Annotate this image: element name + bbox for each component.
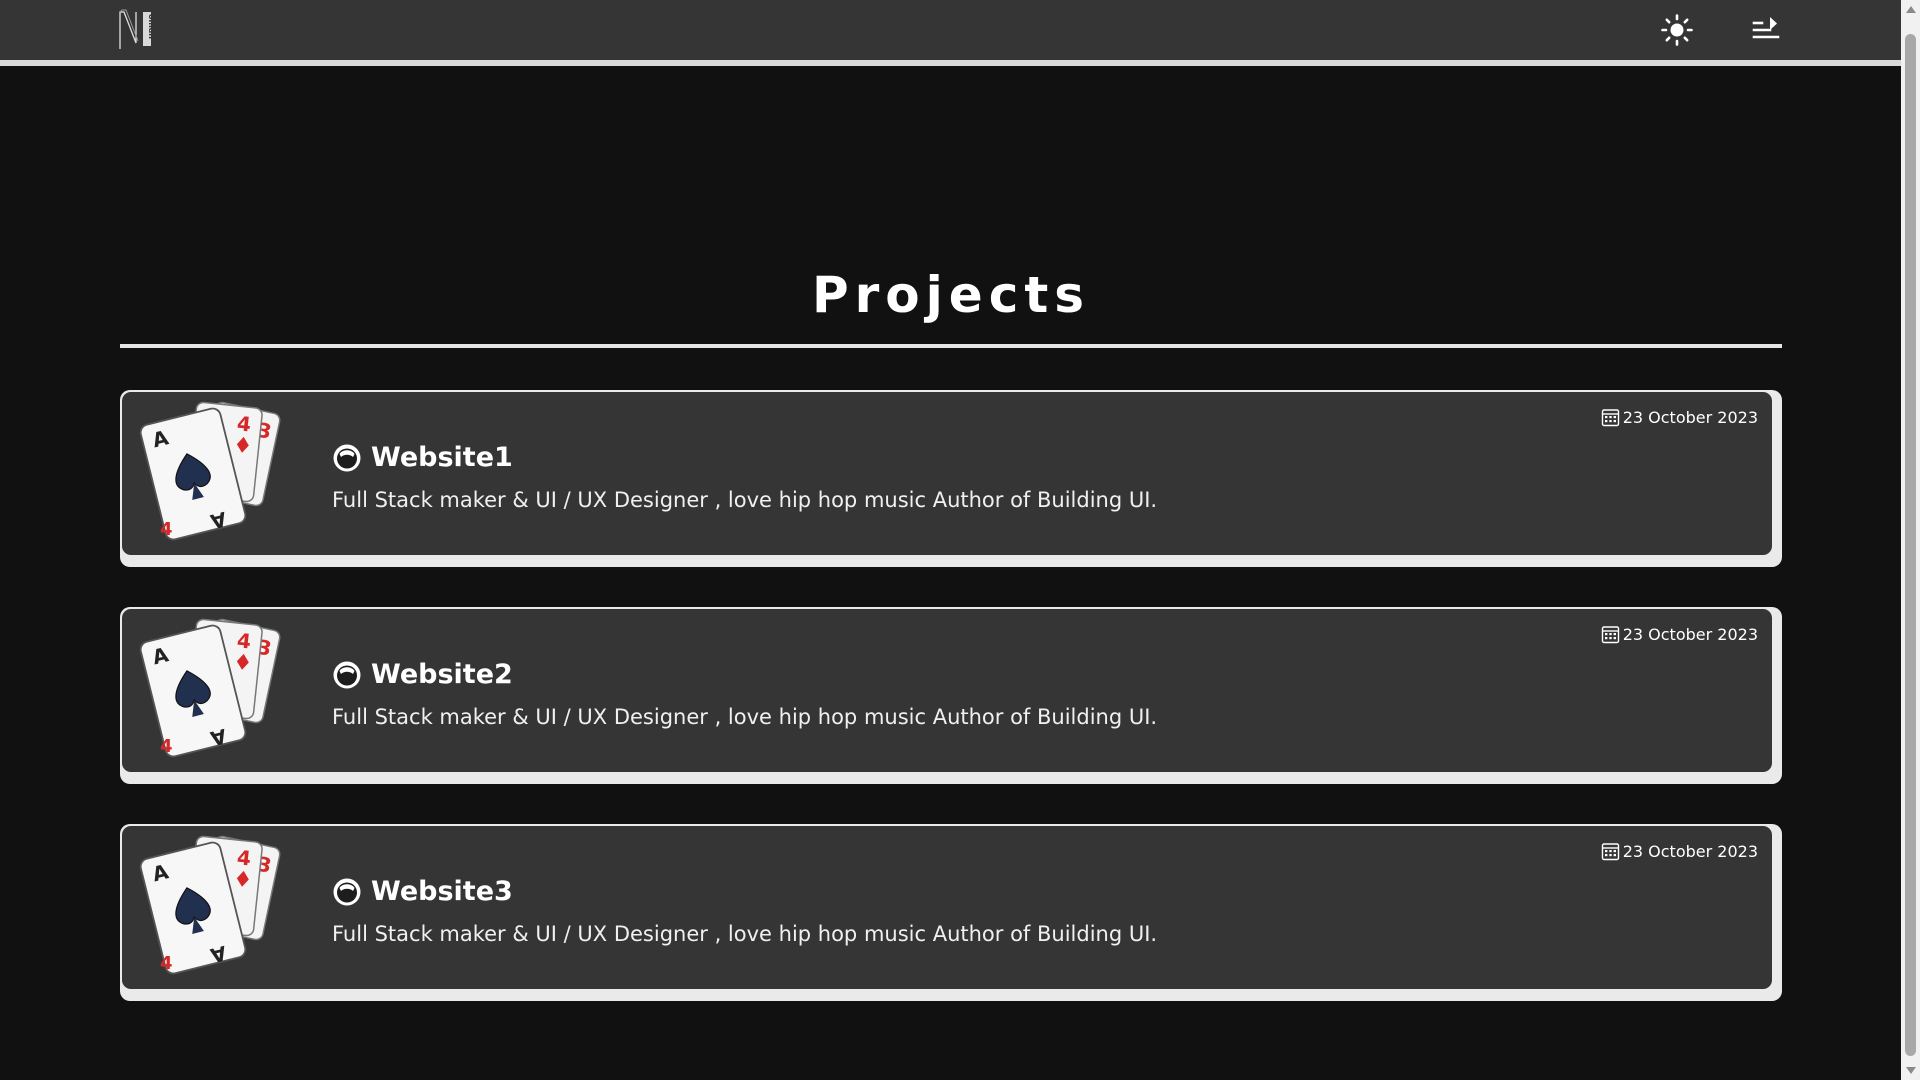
svg-text:4: 4 bbox=[236, 628, 252, 653]
playing-cards-thumbnail: 3 4 A A 4 bbox=[139, 401, 281, 541]
project-title[interactable]: Website1 bbox=[371, 442, 513, 473]
playing-cards-thumbnail: 3 4 A A 4 bbox=[139, 835, 281, 975]
playing-cards-thumbnail: 3 4 A A 4 bbox=[139, 618, 281, 758]
calendar-icon bbox=[1601, 409, 1619, 427]
calendar-icon bbox=[1601, 843, 1619, 861]
project-date: 23 October 2023 bbox=[1601, 842, 1758, 861]
project-date-text: 23 October 2023 bbox=[1622, 625, 1758, 644]
project-card-body: 3 4 A A 4 bbox=[122, 826, 1772, 989]
project-date: 23 October 2023 bbox=[1601, 625, 1758, 644]
project-date: 23 October 2023 bbox=[1601, 408, 1758, 427]
svg-text:4: 4 bbox=[236, 411, 252, 436]
project-description: Full Stack maker & UI / UX Designer , lo… bbox=[332, 705, 1158, 729]
project-description: Full Stack maker & UI / UX Designer , lo… bbox=[332, 922, 1158, 946]
project-card[interactable]: 3 4 A A 4 bbox=[120, 390, 1782, 567]
project-title[interactable]: Website2 bbox=[371, 659, 513, 690]
project-card-body: 3 4 A A 4 bbox=[122, 392, 1772, 555]
project-title-row: Website1 bbox=[332, 442, 513, 473]
project-description: Full Stack maker & UI / UX Designer , lo… bbox=[332, 488, 1158, 512]
site-logo[interactable]: oman bbox=[118, 9, 158, 51]
svg-text:oman: oman bbox=[147, 14, 156, 39]
github-icon[interactable] bbox=[332, 443, 362, 473]
theme-toggle-button[interactable] bbox=[1660, 13, 1694, 47]
page: oman Projects 3 4 A A 4 23 October 2023 … bbox=[0, 0, 1920, 1080]
calendar-icon bbox=[1601, 626, 1619, 644]
menu-toggle-button[interactable] bbox=[1748, 13, 1782, 47]
github-icon[interactable] bbox=[332, 660, 362, 690]
page-title: Projects bbox=[811, 266, 1090, 324]
project-card[interactable]: 3 4 A A 4 bbox=[120, 824, 1782, 1001]
project-card[interactable]: 3 4 A A 4 bbox=[120, 607, 1782, 784]
page-scrollbar[interactable] bbox=[1901, 0, 1920, 1080]
github-icon[interactable] bbox=[332, 877, 362, 907]
sun-icon bbox=[1661, 14, 1693, 46]
project-title-row: Website3 bbox=[332, 876, 513, 907]
scroll-down-arrow-icon[interactable] bbox=[1906, 1067, 1916, 1074]
scroll-up-arrow-icon[interactable] bbox=[1906, 6, 1916, 13]
svg-text:4: 4 bbox=[160, 519, 173, 540]
top-nav: oman bbox=[0, 0, 1901, 66]
svg-text:4: 4 bbox=[236, 845, 252, 870]
project-card-body: 3 4 A A 4 bbox=[122, 609, 1772, 772]
project-title-row: Website2 bbox=[332, 659, 513, 690]
project-date-text: 23 October 2023 bbox=[1622, 842, 1758, 861]
scroll-thumb[interactable] bbox=[1905, 34, 1916, 1056]
menu-arrow-icon bbox=[1752, 17, 1780, 39]
project-title[interactable]: Website3 bbox=[371, 876, 513, 907]
svg-text:4: 4 bbox=[160, 736, 173, 757]
svg-text:4: 4 bbox=[160, 953, 173, 974]
title-divider bbox=[120, 344, 1782, 348]
project-date-text: 23 October 2023 bbox=[1622, 408, 1758, 427]
